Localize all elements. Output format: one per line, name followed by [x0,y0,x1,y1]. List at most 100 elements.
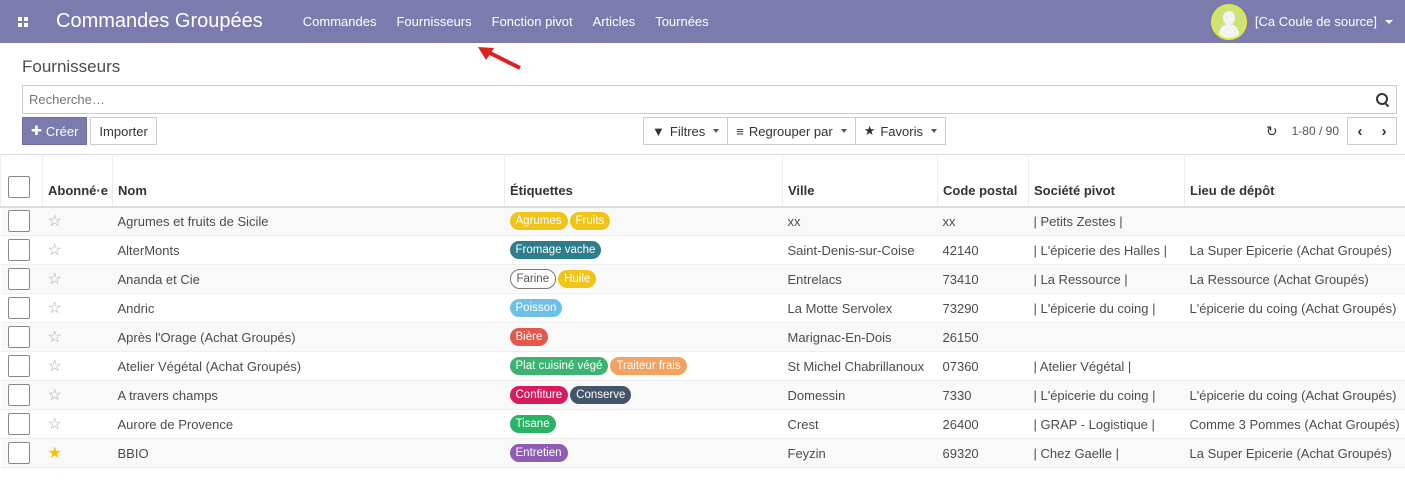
favorite-star-icon[interactable]: ☆ [48,387,62,404]
cell-depot: La Super Epicerie (Achat Groupés) [1189,242,1392,258]
avatar[interactable] [1210,3,1247,40]
list-icon: ≡ [736,123,744,139]
menu-item-fournisseurs[interactable]: Fournisseurs [386,0,481,43]
favorite-cell: ☆ [43,236,113,265]
menu-item-articles[interactable]: Articles [583,0,646,43]
column-header-ville[interactable]: Ville [782,154,938,207]
row-checkbox[interactable] [7,326,30,348]
apps-menu-icon[interactable] [8,0,38,43]
pager-value[interactable]: 1-80 / 90 [1292,124,1339,138]
tag-badge: Poisson [509,299,563,317]
table-row[interactable]: ★ BBIO Entretien Feyzin 69320 | Chez Gaelle |… [0,438,1405,468]
tag-badge: Agrumes [509,212,568,231]
cell-depot [1185,207,1405,236]
column-header-etiquettes[interactable]: Étiquettes [504,154,783,207]
row-select-cell [1,410,43,439]
cell-zip: 26400 [942,416,979,432]
favorites-label: Favoris [880,123,923,139]
cell-city: Saint-Denis-sur-Coise [787,242,915,258]
search-icon[interactable] [1376,92,1390,107]
table-row[interactable]: ☆ AlterMonts Fromage vache Saint-Denis-sur-… [0,236,1405,265]
cell-city: St Michel Chabrillanoux [787,358,925,374]
row-select-cell [1,323,43,352]
row-checkbox[interactable] [7,355,30,377]
user-name[interactable]: [Ca Coule de source] [1255,14,1377,29]
table-body: ☆ Agrumes et fruits de Sicile Agrumes Fruit… [0,206,1405,468]
cell-city: xx [787,213,801,229]
cell-city: Entrelacs [787,271,842,287]
menu-item-commandes[interactable]: Commandes [293,0,387,43]
row-checkbox[interactable] [7,210,30,233]
suppliers-table: Abonné·e Nom Étiquettes Ville Code posta… [0,154,1405,468]
cell-tags: Plat cuisiné végé Traiteur frais [505,352,783,381]
column-header-nom[interactable]: Nom [112,154,505,207]
table-row[interactable]: ☆ Agrumes et fruits de Sicile Agrumes Fruit… [0,206,1405,236]
favorites-dropdown[interactable]: ★ Favoris [854,117,946,145]
favorite-star-icon[interactable]: ☆ [48,300,62,317]
favorite-star-icon[interactable]: ☆ [48,271,62,288]
menu-item-fonction-pivot[interactable]: Fonction pivot [482,0,583,43]
favorite-star-icon[interactable]: ☆ [48,329,62,346]
table-row[interactable]: ☆ A travers champs Confiture Conserve Domess… [0,380,1405,410]
cell-zip: xx [942,213,956,229]
search-bar [22,85,1397,114]
favorite-star-icon[interactable]: ☆ [48,358,62,375]
column-header-code-postal[interactable]: Code postal [937,154,1029,207]
filters-dropdown[interactable]: ▼ Filtres [643,117,729,145]
row-checkbox[interactable] [7,297,30,319]
table-row[interactable]: ☆ Après l'Orage (Achat Groupés) Bière Marig… [0,322,1405,352]
search-options: ▼ Filtres ≡ Regrouper par ★ Favoris [643,117,946,145]
cell-zip: 7330 [942,387,972,403]
column-header-lieu-depot[interactable]: Lieu de dépôt [1184,154,1405,207]
chevron-down-icon [930,129,937,133]
pager-next-button[interactable]: › [1372,118,1396,144]
table-row[interactable]: ☆ Ananda et Cie Farine Huile Entrelacs 73410 |… [0,264,1405,294]
row-checkbox[interactable] [7,239,30,261]
chevron-right-icon: › [1381,122,1387,140]
pager-previous-button[interactable]: ‹ [1348,118,1372,144]
row-checkbox[interactable] [7,384,30,406]
pager: ↻ 1-80 / 90 ‹ › [1266,117,1397,145]
table-row[interactable]: ☆ Aurore de Provence Tisane Crest 26400 | GRA… [0,410,1405,439]
group-by-dropdown[interactable]: ≡ Regrouper par [727,117,856,145]
tag-badge: Plat cuisiné végé [509,357,609,375]
favorite-cell: ☆ [43,207,113,236]
reload-icon[interactable]: ↻ [1266,123,1278,140]
cell-depot: L'épicerie du coing (Achat Groupés) [1189,387,1397,403]
row-checkbox[interactable] [7,413,30,435]
table-row[interactable]: ☆ Andric Poisson La Motte Servolex 73290 | L'… [0,294,1405,323]
column-header-societe-pivot[interactable]: Société pivot [1028,154,1185,207]
favorite-star-icon[interactable]: ★ [48,445,62,462]
column-header-abonne[interactable]: Abonné·e [42,154,113,207]
cell-depot [1185,323,1405,352]
cell-tags: Tisane [505,410,783,439]
search-input[interactable] [29,92,1254,107]
import-button[interactable]: Importer [90,117,157,145]
favorite-star-icon[interactable]: ☆ [48,242,62,259]
select-all-checkbox[interactable] [8,175,30,198]
cell-pivot: | L'épicerie du coing | [1033,387,1156,403]
row-checkbox[interactable] [7,268,30,290]
table-header-row: Abonné·e Nom Étiquettes Ville Code posta… [0,154,1405,207]
favorite-star-icon[interactable]: ☆ [48,416,62,433]
favorite-star-icon[interactable]: ☆ [48,213,62,230]
tag-badge: Fromage vache [509,241,602,259]
cell-tags: Confiture Conserve [505,381,783,410]
menu-item-tournees[interactable]: Tournées [645,0,718,43]
row-select-cell [1,207,43,236]
cell-depot: L'épicerie du coing (Achat Groupés) [1189,300,1397,316]
pager-buttons: ‹ › [1347,117,1397,145]
tag-badge: Fruits [569,212,611,231]
create-button[interactable]: ✚ Créer [22,117,88,145]
table-row[interactable]: ☆ Atelier Végétal (Achat Groupés) Plat cui… [0,352,1405,381]
cell-name: Après l'Orage (Achat Groupés) [117,329,296,345]
top-navbar: Commandes Groupées Commandes Fournisseur… [0,0,1405,43]
cell-name: BBIO [117,445,149,461]
user-menu[interactable]: [Ca Coule de source] [1210,0,1393,43]
row-checkbox[interactable] [7,442,30,464]
cell-pivot: | La Ressource | [1033,271,1128,287]
cell-name: Andric [117,300,155,316]
cell-pivot: | L'épicerie du coing | [1033,300,1156,316]
app-title[interactable]: Commandes Groupées [56,10,263,33]
star-icon: ★ [863,123,876,138]
